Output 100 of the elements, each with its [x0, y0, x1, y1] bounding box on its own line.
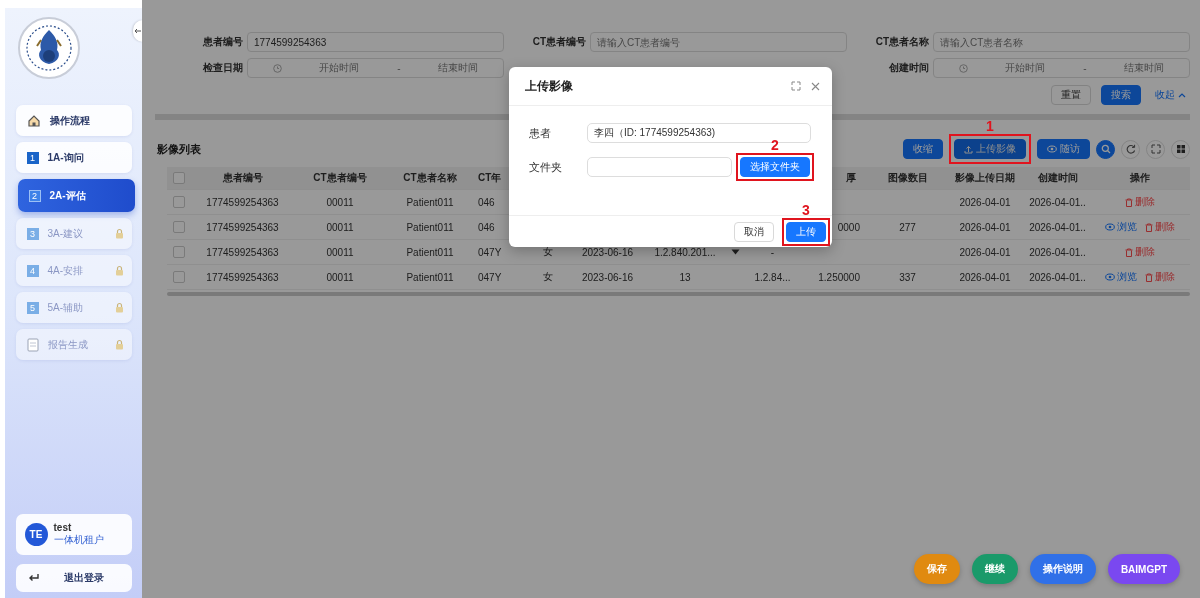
collapse-arrow-icon — [134, 28, 142, 34]
nav-item[interactable]: 2 2A-评估 — [17, 179, 135, 212]
grid-icon — [1175, 144, 1186, 154]
table-cell: 女 — [542, 270, 553, 284]
lock-icon — [114, 302, 124, 313]
nav-label: 3A-建议 — [47, 226, 85, 241]
input-field[interactable]: 请输入CT患者编号 — [590, 32, 847, 52]
checkbox[interactable] — [172, 271, 185, 283]
field-label: 患者 — [529, 125, 552, 141]
lock-icon — [114, 339, 124, 350]
checkbox[interactable] — [172, 246, 185, 258]
delete-link[interactable]: 删除 — [1145, 220, 1175, 234]
user-name: test — [53, 522, 73, 533]
nav-label: 操作流程 — [49, 113, 91, 128]
table-cell: 2026-04-01 — [959, 246, 1011, 258]
search-icon — [1100, 144, 1111, 154]
table-cell: 2026-04-01 — [959, 221, 1011, 233]
nav-label: 5A-辅助 — [47, 300, 85, 315]
view-link[interactable]: 浏览 — [1105, 270, 1137, 284]
home-icon — [26, 113, 41, 128]
nav-item[interactable]: 3 3A-建议 — [15, 218, 132, 249]
lock-icon — [114, 228, 124, 239]
collapse-tab[interactable] — [133, 20, 143, 42]
upload-button[interactable]: 上传影像 — [954, 139, 1026, 159]
checkbox[interactable] — [172, 221, 185, 233]
nav-item[interactable]: 4 4A-安排 — [15, 255, 132, 286]
nav-label: 1A-询问 — [47, 150, 85, 165]
maximize-button[interactable] — [791, 81, 801, 91]
collapse-button[interactable]: 收缩 — [903, 139, 943, 159]
filter-label: CT患者编号 — [531, 35, 586, 49]
table-cell: 00011 — [326, 196, 354, 208]
column-settings-button[interactable] — [1171, 139, 1190, 159]
delete-link[interactable]: 删除 — [1125, 245, 1155, 259]
table-cell: 047Y — [478, 271, 502, 283]
delete-link[interactable]: 删除 — [1145, 270, 1175, 284]
table-cell: - — [770, 246, 775, 258]
view-link[interactable]: 浏览 — [1105, 220, 1137, 234]
close-button[interactable] — [811, 81, 820, 91]
table-title: 影像列表 — [157, 141, 201, 157]
step-number: 1 — [986, 119, 994, 133]
input-field[interactable] — [587, 157, 732, 177]
nav-item[interactable]: 1 1A-询问 — [15, 142, 132, 173]
nav-item[interactable]: 报告生成 — [15, 329, 132, 360]
table-cell: Patient011 — [406, 246, 454, 258]
column-header: 患者编号 — [222, 171, 263, 185]
checkbox[interactable] — [172, 172, 185, 184]
column-header: 厚 — [846, 171, 856, 185]
filter-label: CT患者名称 — [874, 35, 929, 49]
input-field[interactable]: 请输入CT患者名称 — [933, 32, 1190, 52]
eye-icon — [1105, 223, 1115, 231]
logout-button[interactable]: 退出登录 — [15, 564, 132, 592]
nav-item[interactable]: 操作流程 — [15, 105, 132, 136]
filter-label: 检查日期 — [202, 61, 243, 75]
action-button[interactable]: 操作说明 — [1029, 554, 1096, 584]
choose-folder-button[interactable]: 选择文件夹 — [740, 157, 810, 177]
cancel-button[interactable]: 取消 — [734, 221, 774, 242]
upload-icon — [964, 144, 973, 154]
checkbox[interactable] — [172, 196, 185, 208]
document-icon — [26, 337, 39, 352]
step-badge: 5 — [26, 301, 39, 314]
action-button[interactable]: 保存 — [913, 554, 960, 584]
table-cell: 00011 — [326, 221, 354, 233]
clock-icon — [958, 63, 968, 73]
nav-item[interactable]: 5 5A-辅助 — [15, 292, 132, 323]
user-role: 一体机租户 — [53, 533, 104, 547]
collapse-link[interactable]: 收起 — [1151, 85, 1190, 105]
emblem-logo — [16, 16, 81, 80]
fullscreen-button[interactable] — [1146, 139, 1165, 159]
column-header: CT年 — [478, 171, 502, 185]
close-icon — [811, 81, 820, 91]
table-cell: 337 — [899, 271, 916, 283]
trash-icon — [1145, 222, 1153, 232]
upload-button[interactable]: 上传 — [786, 221, 826, 242]
action-button[interactable]: 继续 — [971, 554, 1018, 584]
follow-up-button[interactable]: 随访 — [1037, 139, 1090, 159]
fullscreen-icon — [1150, 144, 1161, 154]
table-cell: 13 — [679, 271, 691, 283]
search-button[interactable] — [1096, 139, 1115, 159]
column-header: 影像上传日期 — [955, 171, 1015, 185]
reset-button[interactable]: 重置 — [1051, 85, 1091, 105]
refresh-icon — [1125, 144, 1136, 154]
field-label: 文件夹 — [529, 159, 563, 175]
avatar: TE — [24, 523, 48, 546]
delete-link[interactable]: 删除 — [1125, 195, 1155, 209]
search-button[interactable]: 搜索 — [1101, 85, 1141, 105]
input-field[interactable]: 1774599254363 — [247, 32, 504, 52]
eye-icon — [1047, 145, 1057, 153]
table-cell: 1774599254363 — [206, 246, 279, 258]
refresh-button[interactable] — [1121, 139, 1140, 159]
date-range-field[interactable]: 开始时间 - 结束时间 — [247, 58, 504, 78]
table-cell: 2026-04-01.. — [1029, 246, 1086, 258]
step-badge: 2 — [28, 189, 41, 202]
date-range-field[interactable]: 开始时间 - 结束时间 — [933, 58, 1190, 78]
action-button[interactable]: BAIMGPT — [1107, 554, 1180, 584]
return-arrow-icon — [27, 573, 40, 583]
table-cell: 女 — [542, 245, 553, 259]
table-cell: 1.250000 — [818, 271, 860, 283]
table-cell: Patient011 — [406, 221, 454, 233]
table-cell: 1.2.840.201... — [654, 246, 716, 258]
table-cell: 046 — [478, 221, 495, 233]
